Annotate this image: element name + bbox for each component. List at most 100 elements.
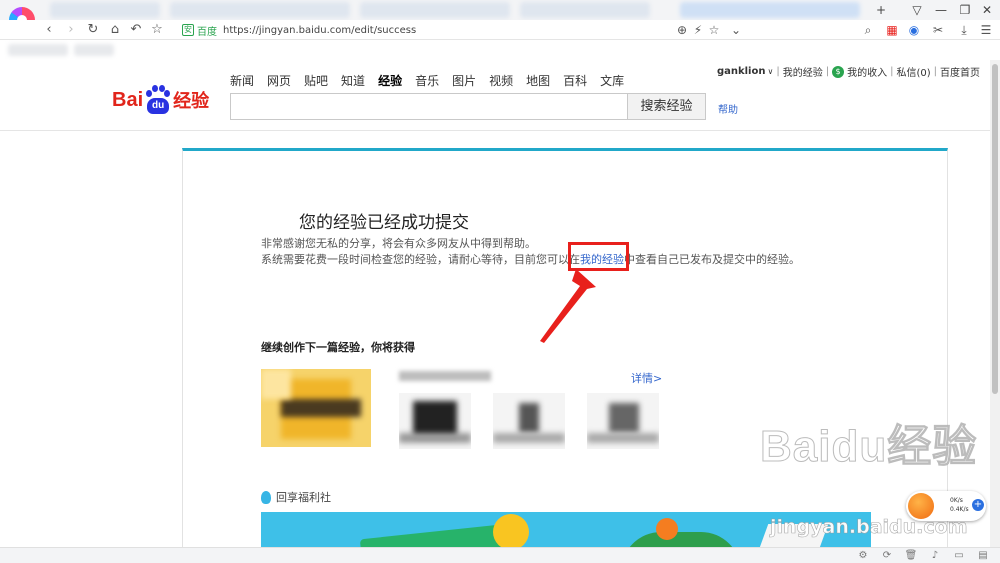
reward-thumbnail[interactable] [587, 393, 659, 449]
reward-thumbnail[interactable] [399, 393, 471, 449]
divider: | [825, 66, 830, 77]
reward-caption [399, 371, 491, 381]
welfare-section-title: 回享福利社 [261, 489, 331, 505]
address-bar[interactable]: 安 百度 https://jingyan.baidu.com/edit/succ… [178, 21, 738, 39]
speed-ball-icon [908, 493, 934, 519]
search-input[interactable] [230, 93, 628, 120]
annotation-arrow [540, 269, 596, 343]
review-message-before: 系统需要花费一段时间检查您的经验，请耐心等待，目前您可以在 [261, 253, 580, 266]
star-icon[interactable]: ☆ [148, 21, 166, 39]
nav-item-music[interactable]: 音乐 [415, 72, 439, 89]
review-message: 系统需要花费一段时间检查您的经验，请耐心等待，目前您可以在我的经验中查看自己已发… [261, 251, 800, 267]
income-icon: $ [832, 65, 845, 78]
header-divider [0, 130, 990, 131]
sync-icon[interactable]: ⟳ [880, 549, 894, 563]
window-icon[interactable]: ▭ [952, 549, 966, 563]
my-income-link[interactable]: 我的收入 [847, 64, 887, 79]
nav-item-baike[interactable]: 百科 [563, 72, 587, 89]
nav-item-images[interactable]: 图片 [452, 72, 476, 89]
nav-item-video[interactable]: 视频 [489, 72, 513, 89]
chevron-down-icon[interactable]: ∨ [767, 67, 773, 76]
new-tab-button[interactable]: + [872, 2, 890, 18]
bookmark-item[interactable] [8, 44, 68, 56]
search-button[interactable]: 搜索经验 [628, 93, 706, 120]
lightning-icon[interactable]: ⚡ [690, 22, 706, 38]
apps-icon[interactable]: ▦ [884, 22, 900, 38]
zoom-icon[interactable]: ⊕ [674, 22, 690, 38]
bookmark-star-icon[interactable]: ☆ [706, 22, 722, 38]
secure-icon: 安 [182, 24, 194, 36]
divider: | [776, 66, 780, 77]
logo-bai: Bai [112, 88, 144, 111]
username[interactable]: ganklion [717, 66, 766, 77]
download-icon[interactable]: ⤓ [956, 22, 972, 38]
continue-creating-title: 继续创作下一篇经验，你将获得 [261, 341, 415, 354]
reload-icon[interactable]: ↻ [84, 21, 102, 39]
url-text[interactable]: https://jingyan.baidu.com/edit/success [223, 25, 416, 36]
trash-icon[interactable]: 🗑 [904, 549, 918, 563]
scrollbar-thumb[interactable] [992, 64, 998, 394]
undo-icon[interactable]: ↶ [127, 21, 145, 39]
comment-icon[interactable]: ◉ [906, 22, 922, 38]
back-icon[interactable]: ‹ [40, 21, 58, 39]
nav-item-web[interactable]: 网页 [267, 72, 291, 89]
browser-tab[interactable] [360, 2, 510, 18]
bookmark-item[interactable] [74, 44, 114, 56]
home-icon[interactable]: ⌂ [106, 21, 124, 39]
baidu-jingyan-logo[interactable]: Bai du 经验 [112, 80, 209, 120]
browser-tab[interactable] [680, 2, 860, 18]
speaker-icon[interactable]: ♪ [928, 549, 942, 563]
browser-status-bar: ⚙ ⟳ 🗑 ♪ ▭ ▤ [0, 547, 1000, 563]
search-icon[interactable]: ⌕ [860, 22, 876, 38]
lightbulb-icon [261, 490, 271, 504]
user-bar: ganklion ∨ | 我的经验 | $ 我的收入 | 私信(0) | 百度首… [717, 64, 980, 79]
nav-item-tieba[interactable]: 贴吧 [304, 72, 328, 89]
browser-tab[interactable] [170, 2, 350, 18]
nav-item-wenku[interactable]: 文库 [600, 72, 624, 89]
browser-tab-strip: + ▽ — ❐ ✕ [0, 0, 1000, 20]
minimize-button[interactable]: — [932, 2, 950, 18]
baidu-home-link[interactable]: 百度首页 [940, 64, 980, 79]
speed-readout: 0K/s 0.4K/s [950, 496, 969, 514]
logo-jingyan: 经验 [173, 91, 210, 112]
bookmarks-bar [0, 40, 1000, 60]
divider: | [933, 66, 937, 77]
nav-item-map[interactable]: 地图 [526, 72, 550, 89]
upload-speed: 0K/s [950, 497, 963, 504]
divider: | [890, 66, 894, 77]
layout-icon[interactable]: ▤ [976, 549, 990, 563]
forward-icon[interactable]: › [62, 21, 80, 39]
paw-icon: du [144, 85, 171, 115]
browser-tab[interactable] [50, 2, 160, 18]
browser-tab[interactable] [520, 2, 650, 18]
reward-image[interactable] [261, 369, 371, 447]
restore-button[interactable]: ❐ [956, 2, 974, 18]
page-title: 您的经验已经成功提交 [299, 213, 469, 233]
welfare-label: 回享福利社 [276, 491, 331, 504]
review-message-after: 中查看自己已发布及提交中的经验。 [624, 253, 800, 266]
scissors-icon[interactable]: ✂ [930, 22, 946, 38]
download-speed: 0.4K/s [950, 506, 969, 513]
messages-link[interactable]: 私信(0) [896, 64, 930, 79]
thanks-message: 非常感谢您无私的分享，将会有众多网友从中得到帮助。 [261, 237, 536, 250]
top-nav: 新闻 网页 贴吧 知道 经验 音乐 图片 视频 地图 百科 文库 [230, 72, 637, 89]
pin-window-icon[interactable]: ▽ [908, 2, 926, 18]
annotation-highlight-box [568, 242, 629, 271]
help-link[interactable]: 帮助 [718, 101, 738, 116]
browser-toolbar: ‹ › ↻ ⌂ ↶ ☆ 安 百度 https://jingyan.baidu.c… [0, 20, 1000, 40]
reward-thumbnail[interactable] [493, 393, 565, 449]
menu-icon[interactable]: ☰ [978, 22, 994, 38]
network-speed-widget[interactable]: 0K/s 0.4K/s + [906, 491, 986, 521]
details-link[interactable]: 详情> [631, 370, 662, 386]
extension-icon[interactable]: ⚙ [856, 549, 870, 563]
speed-plus-button[interactable]: + [972, 499, 984, 511]
page-scrollbar[interactable] [990, 60, 1000, 547]
nav-item-zhidao[interactable]: 知道 [341, 72, 365, 89]
nav-item-news[interactable]: 新闻 [230, 72, 254, 89]
my-experience-link[interactable]: 我的经验 [783, 64, 823, 79]
close-window-button[interactable]: ✕ [978, 2, 996, 18]
secure-label: 百度 [197, 26, 217, 38]
nav-item-jingyan[interactable]: 经验 [378, 72, 402, 89]
dropdown-icon[interactable]: ⌄ [728, 22, 744, 38]
success-card: 您的经验已经成功提交 非常感谢您无私的分享，将会有众多网友从中得到帮助。 系统需… [182, 148, 948, 547]
